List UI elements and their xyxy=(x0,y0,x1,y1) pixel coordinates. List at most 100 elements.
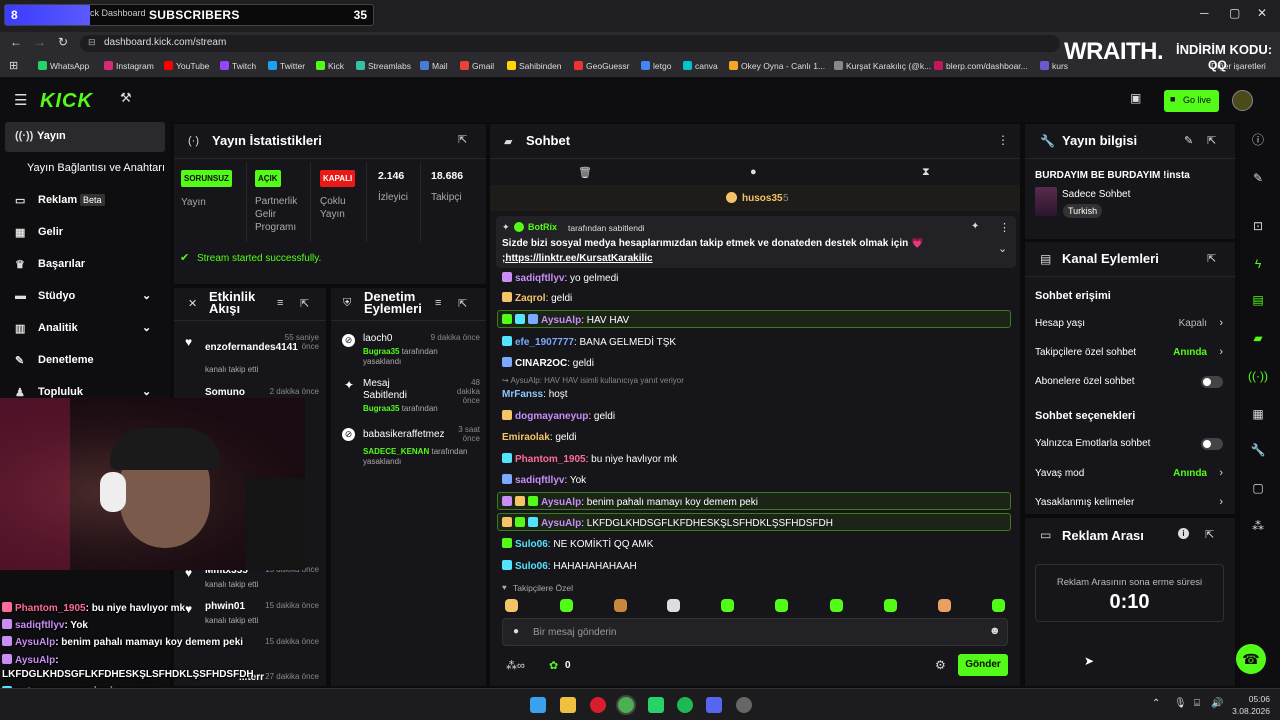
chat-username[interactable]: AysuAlp xyxy=(541,518,581,529)
tray-chevron-icon[interactable]: ⌃ xyxy=(1152,698,1160,709)
apps-icon[interactable]: ⁂ xyxy=(1246,514,1270,538)
help-button[interactable]: ☎ xyxy=(1236,644,1266,674)
modlog-moderator[interactable]: Bugraa35 xyxy=(363,404,399,413)
chevron-down-icon[interactable]: ⌄ xyxy=(998,242,1007,255)
whatsapp-icon[interactable] xyxy=(648,697,664,713)
setting-row[interactable]: Hesap yaşı Kapalı › xyxy=(1035,317,1225,332)
bookmark-canva[interactable]: canva xyxy=(683,61,718,71)
chrome-icon[interactable] xyxy=(618,697,634,713)
edit-icon[interactable]: ✎ xyxy=(1246,166,1270,190)
popout-icon[interactable]: ⇱ xyxy=(300,297,309,310)
gear-icon[interactable]: ⚙ xyxy=(935,658,946,672)
chat-mode-icon[interactable]: ● xyxy=(750,166,757,178)
browser-tab-title[interactable]: ck Dashboard xyxy=(90,8,146,18)
pinned-link[interactable]: ;https://linktr.ee/KursatKarakilic xyxy=(502,253,653,264)
sidebar-item-achievements[interactable]: ♛ Başarılar xyxy=(0,250,166,280)
pinned-by-user[interactable]: BotRix xyxy=(528,222,557,232)
modlog-moderator[interactable]: SADECE_KENAN xyxy=(363,447,429,456)
top-gifter[interactable]: husos35 xyxy=(742,193,783,204)
bookmark-sahibinden[interactable]: Sahibinden xyxy=(507,61,562,71)
chat-username[interactable]: sadiqftllyv xyxy=(515,475,564,486)
more-options-icon[interactable]: ⋮ xyxy=(997,133,1009,147)
forward-icon[interactable]: → xyxy=(34,35,46,49)
chat-username[interactable]: CINAR2OC xyxy=(515,358,567,369)
wrench-icon[interactable]: 🔧 xyxy=(1246,438,1270,462)
trash-icon[interactable]: 🗑 xyxy=(578,166,592,179)
activity-user[interactable]: Somuno xyxy=(205,387,245,398)
bookmark-geoguessr[interactable]: GeoGuessr xyxy=(574,61,629,71)
camera-icon[interactable]: ▣ xyxy=(1130,91,1141,105)
popout-icon[interactable]: ⇱ xyxy=(1205,528,1214,541)
chat-username[interactable]: efe_1907777 xyxy=(515,337,574,348)
category-thumbnail[interactable] xyxy=(1035,187,1057,216)
bookmark-gmail[interactable]: Gmail xyxy=(460,61,494,71)
clipboard-icon[interactable]: ▤ xyxy=(1246,288,1270,312)
maximize-icon[interactable]: ▢ xyxy=(1229,6,1240,20)
app-icon[interactable] xyxy=(736,697,752,713)
setting-row[interactable]: Yalnızca Emotlarla sohbet xyxy=(1035,438,1225,452)
bookmark-blerp-com-dashboar[interactable]: blerp.com/dashboar... xyxy=(934,61,1028,71)
bookmark-whatsapp[interactable]: WhatsApp xyxy=(38,61,89,71)
sidebar-item-studio[interactable]: ▬ Stüdyo ⌄ xyxy=(0,282,166,312)
file-explorer-icon[interactable] xyxy=(560,697,576,713)
bookmark-streamlabs[interactable]: Streamlabs xyxy=(356,61,411,71)
emote-icon[interactable] xyxy=(505,599,518,612)
bookmark-twitch[interactable]: Twitch xyxy=(220,61,256,71)
apps-grid-icon[interactable]: ⊞ xyxy=(9,59,18,72)
modlog-target[interactable]: babasikeraffetmez xyxy=(363,429,445,440)
clock-date[interactable]: 3.08.2026 xyxy=(1226,706,1270,716)
emote-icon[interactable] xyxy=(560,599,573,612)
chat-username[interactable]: AysuAlp xyxy=(541,497,581,508)
chat-username[interactable]: sadiqftllyv xyxy=(515,273,564,284)
send-button[interactable]: Gönder xyxy=(958,654,1008,676)
emote-icon[interactable] xyxy=(830,599,843,612)
stream-category[interactable]: Sadece Sohbet xyxy=(1062,189,1130,200)
minimize-icon[interactable]: ─ xyxy=(1200,6,1209,20)
filter-icon[interactable]: ≡ xyxy=(435,297,441,309)
emote-icon[interactable] xyxy=(884,599,897,612)
chat-username[interactable]: Emiraolak xyxy=(502,432,550,443)
hourglass-icon[interactable]: ⧗ xyxy=(922,166,930,179)
more-options-icon[interactable]: ⋮ xyxy=(999,221,1010,234)
sidebar-item-analytics[interactable]: ▥ Analitik ⌄ xyxy=(0,314,166,344)
emote-icon[interactable] xyxy=(992,599,1005,612)
opera-icon[interactable] xyxy=(590,697,606,713)
bookmark-mail[interactable]: Mail xyxy=(420,61,448,71)
reload-icon[interactable]: ↻ xyxy=(58,35,68,49)
bookmark-letgo[interactable]: letgo xyxy=(641,61,671,71)
setting-row[interactable]: Yasaklanmış kelimeler › xyxy=(1035,496,1225,511)
info-icon[interactable]: i xyxy=(1178,528,1189,539)
setting-row[interactable]: Yavaş mod Anında › xyxy=(1035,467,1225,482)
mic-icon[interactable]: 🎙 xyxy=(1174,698,1187,709)
modlog-target[interactable]: laoch0 xyxy=(363,333,392,344)
bookmark-kur-at-karak-l-k[interactable]: Kurşat Karakılıç (@k... xyxy=(834,61,931,71)
sidebar-item-revenue[interactable]: ▦ Gelir xyxy=(0,218,166,248)
emoji-icon[interactable]: ☻ xyxy=(989,625,1001,637)
setting-row[interactable]: Abonelere özel sohbet xyxy=(1035,376,1225,390)
emote-icon[interactable] xyxy=(667,599,680,612)
chat-username[interactable]: MrFanss xyxy=(502,389,543,400)
modlog-moderator[interactable]: Bugraa35 xyxy=(363,347,399,356)
network-icon[interactable]: ⌸ xyxy=(1194,698,1200,709)
bookmark-instagram[interactable]: Instagram xyxy=(104,61,154,71)
clock-time[interactable]: 05:06 xyxy=(1236,694,1270,704)
emote-icon[interactable] xyxy=(775,599,788,612)
close-window-icon[interactable]: ✕ xyxy=(1257,6,1267,20)
pin-icon[interactable]: ✦ xyxy=(971,221,979,232)
emote-icon[interactable] xyxy=(938,599,951,612)
avatar[interactable] xyxy=(1232,90,1253,111)
filter-icon[interactable]: ≡ xyxy=(277,297,283,309)
sidebar-item-stream-key[interactable]: Yayın Bağlantısı ve Anahtarı xyxy=(0,154,166,184)
edit-icon[interactable]: ✎ xyxy=(1184,134,1193,147)
menu-icon[interactable]: ☰ xyxy=(14,91,27,109)
bookmark-okey-oyna-canl-1[interactable]: Okey Oyna - Canlı 1... xyxy=(729,61,825,71)
toggle-switch[interactable] xyxy=(1201,376,1223,388)
toggle-switch[interactable] xyxy=(1201,438,1223,450)
stack-icon[interactable]: ▦ xyxy=(1246,402,1270,426)
spotify-icon[interactable] xyxy=(677,697,693,713)
kick-logo[interactable]: KICK xyxy=(40,90,93,113)
broadcast-icon[interactable]: ((·)) xyxy=(1246,364,1270,388)
reply-context[interactable]: ↪ AysuAlp: HAV HAV isimli kullanıcıya ya… xyxy=(502,376,684,385)
sidebar-item-ads[interactable]: ▭ Reklam Beta xyxy=(0,186,166,216)
chat-username[interactable]: Phantom_1905 xyxy=(515,454,586,465)
